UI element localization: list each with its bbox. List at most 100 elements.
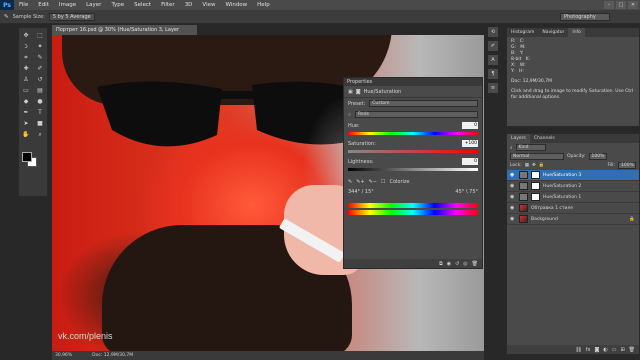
foreground-color-swatch[interactable] xyxy=(22,152,32,162)
visibility-eye-icon[interactable]: ◉ xyxy=(510,205,516,211)
close-icon[interactable]: ✕ xyxy=(628,1,638,9)
layer-row[interactable]: ◉ Background 🔒 xyxy=(507,214,639,225)
pen-tool-icon[interactable]: ✒ xyxy=(19,107,33,118)
brush-preset-icon[interactable]: ✐ xyxy=(488,41,498,51)
eraser-tool-icon[interactable]: ▭ xyxy=(19,85,33,96)
workspace-select[interactable]: Photography xyxy=(560,13,610,21)
tab-histogram[interactable]: Histogram xyxy=(507,28,538,37)
menu-filter[interactable]: Filter xyxy=(156,2,180,8)
menu-select[interactable]: Select xyxy=(129,2,156,8)
new-layer-icon[interactable]: ⊞ xyxy=(620,347,624,353)
path-select-icon[interactable]: ➤ xyxy=(19,118,33,129)
visibility-icon[interactable]: ◎ xyxy=(463,261,467,267)
link-layers-icon[interactable]: ⛓ xyxy=(575,347,581,353)
mask-icon[interactable]: ◙ xyxy=(356,89,361,95)
lightness-slider[interactable] xyxy=(348,168,478,171)
targeted-adjust-icon[interactable]: ☝ xyxy=(348,112,351,118)
layer-name[interactable]: Hue/Saturation 1 xyxy=(543,195,581,200)
menu-view[interactable]: View xyxy=(197,2,220,8)
type-tool-icon[interactable]: T xyxy=(33,107,47,118)
character-icon[interactable]: A xyxy=(488,55,498,65)
lock-all-icon[interactable]: 🔒 xyxy=(539,163,545,168)
menu-window[interactable]: Window xyxy=(220,2,252,8)
hue-slider[interactable] xyxy=(348,132,478,135)
saturation-input[interactable]: +100 xyxy=(462,140,478,147)
kind-filter-select[interactable]: Kind xyxy=(515,144,546,151)
layer-row[interactable]: ◉ Обтравка 1 стиле xyxy=(507,203,639,214)
sample-size-select[interactable]: 5 by 5 Average xyxy=(48,12,95,21)
layer-style-icon[interactable]: fx xyxy=(586,347,591,353)
menu-image[interactable]: Image xyxy=(54,2,81,8)
eyedropper-minus-icon[interactable]: ✎− xyxy=(369,179,377,185)
lock-position-icon[interactable]: ✥ xyxy=(532,163,536,168)
delete-layer-icon[interactable]: 🗑 xyxy=(629,347,635,353)
menu-3d[interactable]: 3D xyxy=(180,2,198,8)
paragraph-icon[interactable]: ¶ xyxy=(488,69,498,79)
move-tool-icon[interactable]: ✥ xyxy=(19,30,33,41)
blur-tool-icon[interactable]: ◆ xyxy=(19,96,33,107)
tab-channels[interactable]: Channels xyxy=(530,134,559,143)
lasso-tool-icon[interactable]: ↄ xyxy=(19,41,33,52)
properties-icon[interactable]: ≡ xyxy=(488,83,498,93)
hue-input[interactable]: 0 xyxy=(462,122,478,129)
reset-icon[interactable]: ↺ xyxy=(455,261,459,267)
layer-row[interactable]: ◉ Hue/Saturation 1 xyxy=(507,192,639,203)
zoom-tool-icon[interactable]: ⌕ xyxy=(33,129,47,140)
marquee-tool-icon[interactable]: ⬚ xyxy=(33,30,47,41)
eyedropper-icon[interactable]: ✎ xyxy=(33,52,47,63)
menu-type[interactable]: Type xyxy=(106,2,129,8)
eyedropper-tool-icon[interactable]: ✎ xyxy=(4,14,9,20)
history-icon[interactable]: ⟲ xyxy=(488,27,498,37)
layer-row[interactable]: ◉ Hue/Saturation 3 xyxy=(507,170,639,181)
eyedropper-icon[interactable]: ✎ xyxy=(348,179,352,185)
document-tab[interactable]: Портрет 16.psd @ 30% (Hue/Saturation 3, … xyxy=(52,25,197,43)
new-group-icon[interactable]: ▭ xyxy=(612,347,617,353)
clip-to-layer-icon[interactable]: ⧉ xyxy=(439,261,443,267)
eyedropper-plus-icon[interactable]: ✎+ xyxy=(356,179,364,185)
layer-name[interactable]: Hue/Saturation 2 xyxy=(543,184,581,189)
view-previous-icon[interactable]: ◉ xyxy=(447,261,451,267)
minimize-icon[interactable]: – xyxy=(604,1,614,9)
new-adjustment-icon[interactable]: ◐ xyxy=(603,347,607,353)
shape-tool-icon[interactable]: ■ xyxy=(33,118,47,129)
delete-icon[interactable]: 🗑 xyxy=(472,261,478,267)
quick-select-tool-icon[interactable]: ✦ xyxy=(33,41,47,52)
lock-pixels-icon[interactable]: ▦ xyxy=(525,163,529,168)
menu-layer[interactable]: Layer xyxy=(81,2,106,8)
gradient-tool-icon[interactable]: ▤ xyxy=(33,85,47,96)
fill-input[interactable]: 100% xyxy=(618,162,636,169)
menu-help[interactable]: Help xyxy=(252,2,275,8)
brush-tool-icon[interactable]: ✐ xyxy=(33,63,47,74)
zoom-level[interactable]: 30,96% xyxy=(55,353,72,358)
visibility-eye-icon[interactable]: ◉ xyxy=(510,194,516,200)
tab-navigator[interactable]: Navigator xyxy=(538,28,568,37)
opacity-input[interactable]: 100% xyxy=(588,153,607,160)
dodge-tool-icon[interactable]: ● xyxy=(33,96,47,107)
layer-row[interactable]: ◉ Hue/Saturation 2 xyxy=(507,181,639,192)
mask-thumb[interactable] xyxy=(531,171,540,179)
mask-thumb[interactable] xyxy=(531,193,540,201)
clone-stamp-icon[interactable]: ♙ xyxy=(19,74,33,85)
preset-select[interactable]: Custom xyxy=(369,100,478,107)
crop-tool-icon[interactable]: ⌗ xyxy=(19,52,33,63)
saturation-slider[interactable] xyxy=(348,150,478,153)
mask-thumb[interactable] xyxy=(531,182,540,190)
visibility-eye-icon[interactable]: ◉ xyxy=(510,216,516,222)
add-mask-icon[interactable]: ◙ xyxy=(594,347,599,353)
layer-name[interactable]: Обтравка 1 стиле xyxy=(531,206,573,211)
lightness-input[interactable]: 0 xyxy=(462,158,478,165)
healing-brush-icon[interactable]: ✚ xyxy=(19,63,33,74)
visibility-eye-icon[interactable]: ◉ xyxy=(510,183,516,189)
colorize-checkbox[interactable]: ☐ xyxy=(381,179,385,185)
maximize-icon[interactable]: □ xyxy=(616,1,626,9)
layer-name[interactable]: Hue/Saturation 3 xyxy=(543,173,581,178)
blend-mode-select[interactable]: Normal xyxy=(510,153,564,160)
menu-edit[interactable]: Edit xyxy=(33,2,54,8)
tab-info[interactable]: Info xyxy=(568,28,585,37)
visibility-eye-icon[interactable]: ◉ xyxy=(510,172,516,178)
history-brush-icon[interactable]: ↺ xyxy=(33,74,47,85)
menu-file[interactable]: File xyxy=(14,2,33,8)
hand-tool-icon[interactable]: ✋ xyxy=(19,129,33,140)
tab-layers[interactable]: Layers xyxy=(507,134,530,143)
layer-name[interactable]: Background xyxy=(531,217,558,222)
